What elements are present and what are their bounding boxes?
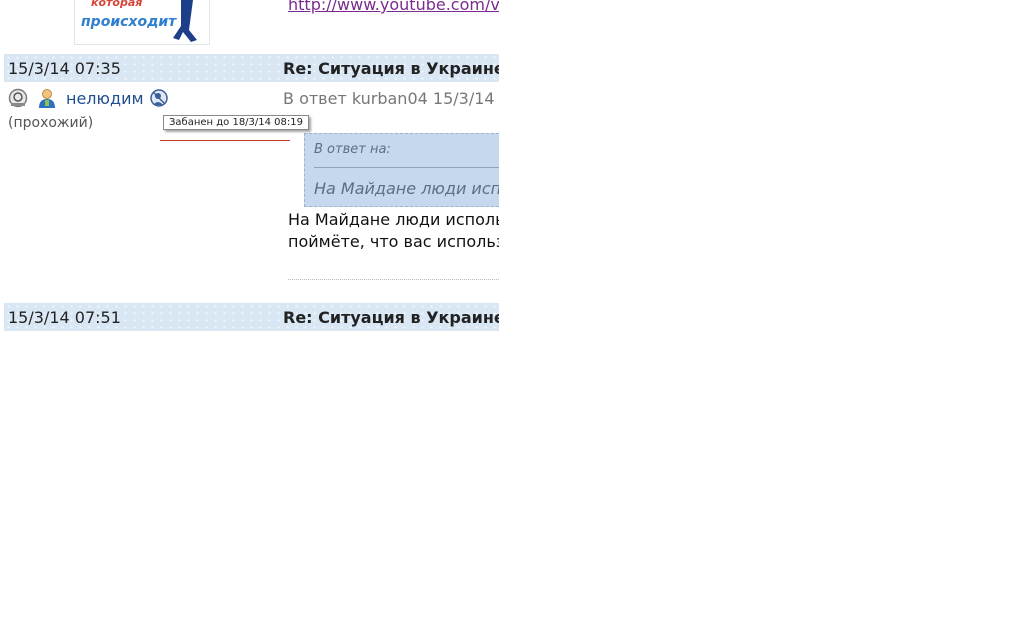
post-title[interactable]: Re: Ситуация в Украине <box>283 308 499 327</box>
forum-thread: которая происходит http://www.youtube.co… <box>0 0 499 332</box>
quote-separator <box>314 167 499 168</box>
banner-text-bottom: происходит <box>81 14 177 30</box>
banner-figure-icon <box>173 0 197 42</box>
page-edge <box>0 0 4 332</box>
post-date: 15/3/14 07:35 <box>8 59 121 78</box>
ban-tooltip: Забанен до 18/3/14 08:19 <box>163 115 309 130</box>
post-divider <box>288 279 499 280</box>
signature-banner[interactable]: которая происходит <box>74 0 210 45</box>
post-title[interactable]: Re: Ситуация в Украине <box>283 59 499 78</box>
quote-header: В ответ на: <box>314 142 391 157</box>
quote-text: На Майдане люди испо <box>314 179 499 198</box>
post-body-line: поймёте, что вас использу <box>288 232 499 251</box>
author-name-link[interactable]: нелюдим <box>66 89 144 108</box>
author-rank: (прохожий) <box>8 115 94 131</box>
post-body-line: На Майдане люди исполь <box>288 210 499 229</box>
post-date: 15/3/14 07:51 <box>8 308 121 327</box>
youtube-link[interactable]: http://www.youtube.com/v <box>288 0 499 14</box>
profile-icon[interactable] <box>8 88 28 108</box>
reply-to-meta[interactable]: В ответ kurban04 15/3/14 0 <box>283 89 499 108</box>
user-icon[interactable] <box>37 88 57 108</box>
post-header: 15/3/14 07:51 Re: Ситуация в Украине <box>4 303 499 331</box>
post-header: 15/3/14 07:35 Re: Ситуация в Украине <box>4 54 499 82</box>
post-body: На Майдане люди исполь поймёте, что вас … <box>288 209 499 253</box>
quote-box: В ответ на: На Майдане люди испо <box>304 133 499 207</box>
tooltip-underline <box>160 140 290 141</box>
banned-icon[interactable] <box>149 88 169 108</box>
banner-text-top: которая <box>91 0 143 9</box>
